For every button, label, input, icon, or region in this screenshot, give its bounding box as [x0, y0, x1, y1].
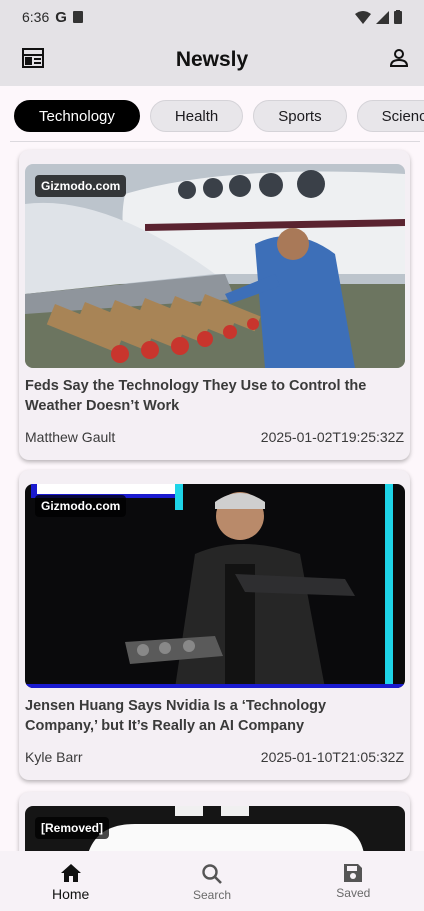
bottom-navigation: Home Search Saved: [0, 851, 424, 911]
save-icon: [344, 864, 363, 882]
source-badge: Gizmodo.com: [35, 175, 127, 197]
divider: [10, 141, 420, 142]
nav-saved[interactable]: Saved: [283, 851, 424, 911]
source-badge: Gizmodo.com: [35, 495, 127, 517]
article-date: 2025-01-10T21:05:32Z: [260, 749, 404, 765]
newspaper-icon[interactable]: [22, 48, 44, 68]
app-title: Newsly: [175, 48, 249, 71]
app-bar: Newsly: [0, 34, 424, 86]
article-author: Kyle Barr: [25, 749, 83, 765]
status-bar: 6:36 G: [0, 0, 424, 34]
search-icon: [202, 864, 222, 884]
article-image: [Removed]: [25, 806, 405, 851]
article-card[interactable]: Gizmodo.com Jensen Huang Says Nvidia Is …: [19, 470, 410, 780]
source-badge: [Removed]: [35, 817, 110, 839]
article-headline: Jensen Huang Says Nvidia Is a ‘Technolog…: [25, 698, 327, 734]
article-card[interactable]: [Removed]: [19, 792, 410, 851]
chip-science[interactable]: Science: [356, 100, 424, 132]
chip-sports[interactable]: Sports: [253, 100, 347, 132]
article-image: Gizmodo.com: [25, 484, 405, 688]
article-date: 2025-01-02T19:25:32Z: [260, 429, 404, 445]
article-author: Matthew Gault: [25, 429, 116, 445]
nav-home-label: Home: [51, 886, 90, 902]
article-card[interactable]: Gizmodo.com Feds Say the Technology They…: [19, 150, 410, 460]
nav-saved-label: Saved: [336, 886, 371, 900]
profile-icon[interactable]: [389, 48, 409, 68]
home-icon: [60, 864, 81, 882]
nav-home[interactable]: Home: [0, 851, 141, 911]
content-area: Technology Health Sports Science: [0, 86, 424, 851]
article-headline: Feds Say the Technology They Use to Cont…: [25, 378, 367, 414]
sd-card-icon: [72, 11, 83, 23]
nav-search[interactable]: Search: [141, 851, 282, 911]
signal-icon: [376, 10, 389, 24]
category-chips: Technology Health Sports Science: [14, 100, 424, 132]
battery-icon: [394, 10, 402, 24]
nav-search-label: Search: [192, 888, 231, 902]
article-image: Gizmodo.com: [25, 164, 405, 368]
google-icon: G: [55, 8, 67, 26]
wifi-icon: [355, 10, 371, 24]
chip-technology[interactable]: Technology: [14, 100, 140, 132]
status-time: 6:36: [22, 9, 50, 25]
chip-health[interactable]: Health: [149, 100, 244, 132]
